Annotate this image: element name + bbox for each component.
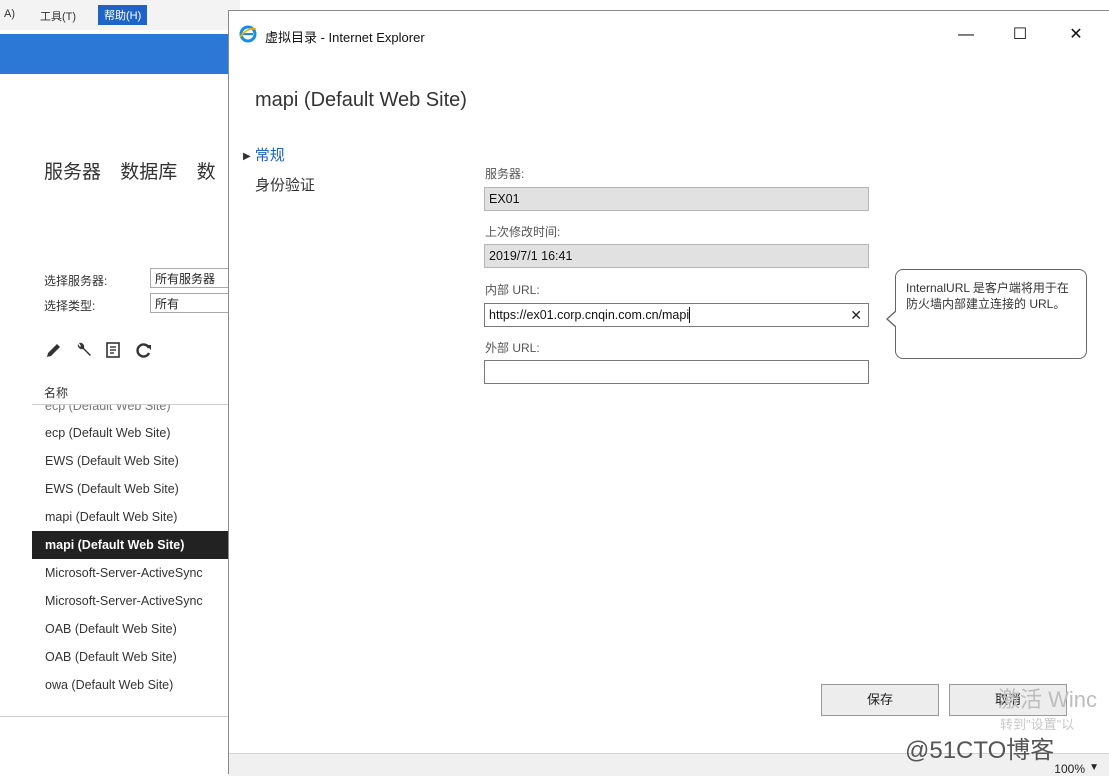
sidebar-item-authentication[interactable]: 身份验证 bbox=[255, 174, 315, 195]
select-type-label: 选择类型: bbox=[44, 299, 96, 313]
close-button[interactable]: ✕ bbox=[1053, 19, 1099, 51]
list-item[interactable]: EWS (Default Web Site) bbox=[32, 447, 232, 475]
tab-servers[interactable]: 服务器 bbox=[44, 162, 101, 183]
triangle-right-icon: ▶ bbox=[243, 150, 251, 162]
list-item-selected[interactable]: mapi (Default Web Site) bbox=[32, 531, 232, 559]
tab-more[interactable]: 数 bbox=[197, 162, 216, 183]
activate-windows-watermark: 激活 Winc bbox=[998, 687, 1098, 712]
internal-url-input[interactable]: https://ex01.corp.cnqin.com.cn/mapi ✕ bbox=[484, 303, 869, 327]
list-column-header[interactable]: 名称 bbox=[44, 384, 68, 401]
help-tooltip: InternalURL 是客户端将用于在防火墙内部建立连接的 URL。 bbox=[886, 269, 1087, 359]
server-label: 服务器: bbox=[485, 167, 525, 181]
clear-icon[interactable]: ✕ bbox=[850, 304, 862, 326]
save-button[interactable]: 保存 bbox=[821, 684, 939, 716]
sidebar-item-label: 常规 bbox=[254, 147, 285, 164]
header-bar bbox=[0, 34, 240, 74]
menu-bar: A) 工具(T) 帮助(H) bbox=[0, 0, 240, 30]
last-modified-field: 2019/7/1 16:41 bbox=[484, 244, 869, 268]
tab-databases[interactable]: 数据库 bbox=[120, 162, 177, 183]
server-field: EX01 bbox=[484, 187, 869, 211]
virtual-directory-list[interactable]: ecp (Default Web Site) ecp (Default Web … bbox=[32, 405, 232, 715]
last-modified-label: 上次修改时间: bbox=[485, 225, 561, 239]
window-titlebar[interactable]: 虚拟目录 - Internet Explorer — ☐ ✕ bbox=[229, 11, 1109, 55]
list-item[interactable]: EWS (Default Web Site) bbox=[32, 475, 232, 503]
list-bottom-divider bbox=[0, 716, 240, 717]
list-item[interactable]: ecp (Default Web Site) bbox=[32, 405, 232, 419]
tooltip-text: InternalURL 是客户端将用于在防火墙内部建立连接的 URL。 bbox=[906, 281, 1069, 311]
external-url-label: 外部 URL: bbox=[485, 341, 540, 355]
list-toolbar bbox=[44, 338, 154, 362]
menu-item-a[interactable]: A) bbox=[4, 8, 15, 20]
nav-tabs: 服务器 数据库 数 bbox=[44, 157, 230, 184]
internal-url-value: https://ex01.corp.cnqin.com.cn/mapi bbox=[489, 308, 690, 322]
details-icon[interactable] bbox=[104, 340, 124, 360]
text-caret bbox=[689, 307, 690, 323]
chevron-down-icon[interactable]: ▼ bbox=[1089, 762, 1099, 773]
refresh-icon[interactable] bbox=[134, 340, 154, 360]
window-title: 虚拟目录 - Internet Explorer bbox=[265, 30, 425, 45]
list-item[interactable]: mapi (Default Web Site) bbox=[32, 503, 232, 531]
menu-item-tools[interactable]: 工具(T) bbox=[40, 8, 76, 24]
list-item[interactable]: owa (Default Web Site) bbox=[32, 671, 232, 699]
wrench-icon[interactable] bbox=[74, 340, 94, 360]
tooltip-arrow-fill bbox=[888, 311, 897, 327]
internal-url-label: 内部 URL: bbox=[485, 283, 540, 297]
dialog-title: mapi (Default Web Site) bbox=[255, 89, 467, 111]
select-server-dropdown[interactable]: 所有服务器 bbox=[150, 268, 240, 288]
select-server-label: 选择服务器: bbox=[44, 274, 108, 288]
external-url-input[interactable] bbox=[484, 360, 869, 384]
ie-popup-window: 虚拟目录 - Internet Explorer — ☐ ✕ mapi (Def… bbox=[228, 10, 1109, 776]
list-item[interactable]: ecp (Default Web Site) bbox=[32, 419, 232, 447]
select-type-dropdown[interactable]: 所有 bbox=[150, 293, 240, 313]
list-item[interactable]: OAB (Default Web Site) bbox=[32, 643, 232, 671]
list-item[interactable]: Microsoft-Server-ActiveSync bbox=[32, 587, 232, 615]
list-item[interactable]: Microsoft-Server-ActiveSync bbox=[32, 559, 232, 587]
minimize-button[interactable]: — bbox=[943, 19, 989, 51]
internet-explorer-icon bbox=[239, 25, 257, 43]
menu-item-help[interactable]: 帮助(H) bbox=[98, 5, 148, 25]
edit-icon[interactable] bbox=[44, 340, 64, 360]
blog-watermark: @51CTO博客 bbox=[905, 737, 1055, 764]
sidebar-item-general[interactable]: ▶ 常规 bbox=[243, 144, 285, 165]
maximize-button[interactable]: ☐ bbox=[997, 19, 1043, 51]
list-item[interactable]: OAB (Default Web Site) bbox=[32, 615, 232, 643]
